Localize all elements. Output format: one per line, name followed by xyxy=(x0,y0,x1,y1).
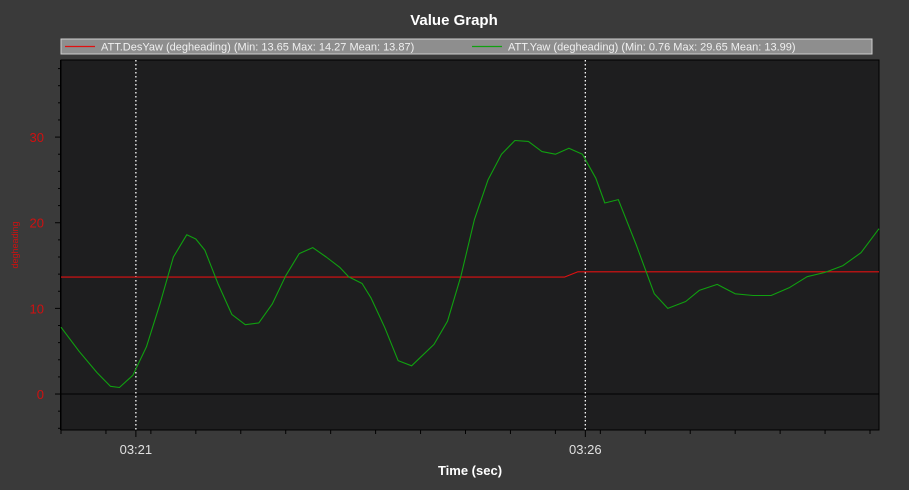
chart-svg: Value Graph ATT.DesYaw (degheading) (Min… xyxy=(0,0,909,490)
legend-label-desyaw: ATT.DesYaw (degheading) (Min: 13.65 Max:… xyxy=(101,42,414,54)
y-axis-label: degheading xyxy=(10,221,20,268)
y-tick-label: 30 xyxy=(30,130,44,145)
plot-area xyxy=(60,59,880,431)
y-tick-label: 20 xyxy=(30,216,44,231)
y-tick-label: 0 xyxy=(37,387,44,402)
x-tick-label: 03:21 xyxy=(120,442,153,457)
value-graph-chart: Value Graph ATT.DesYaw (degheading) (Min… xyxy=(0,0,909,490)
legend-label-yaw: ATT.Yaw (degheading) (Min: 0.76 Max: 29.… xyxy=(508,42,796,54)
chart-title: Value Graph xyxy=(410,12,498,29)
legend: ATT.DesYaw (degheading) (Min: 13.65 Max:… xyxy=(60,38,873,55)
x-axis-label: Time (sec) xyxy=(438,463,502,478)
y-tick-label: 10 xyxy=(30,301,44,316)
x-tick-label: 03:26 xyxy=(569,442,602,457)
